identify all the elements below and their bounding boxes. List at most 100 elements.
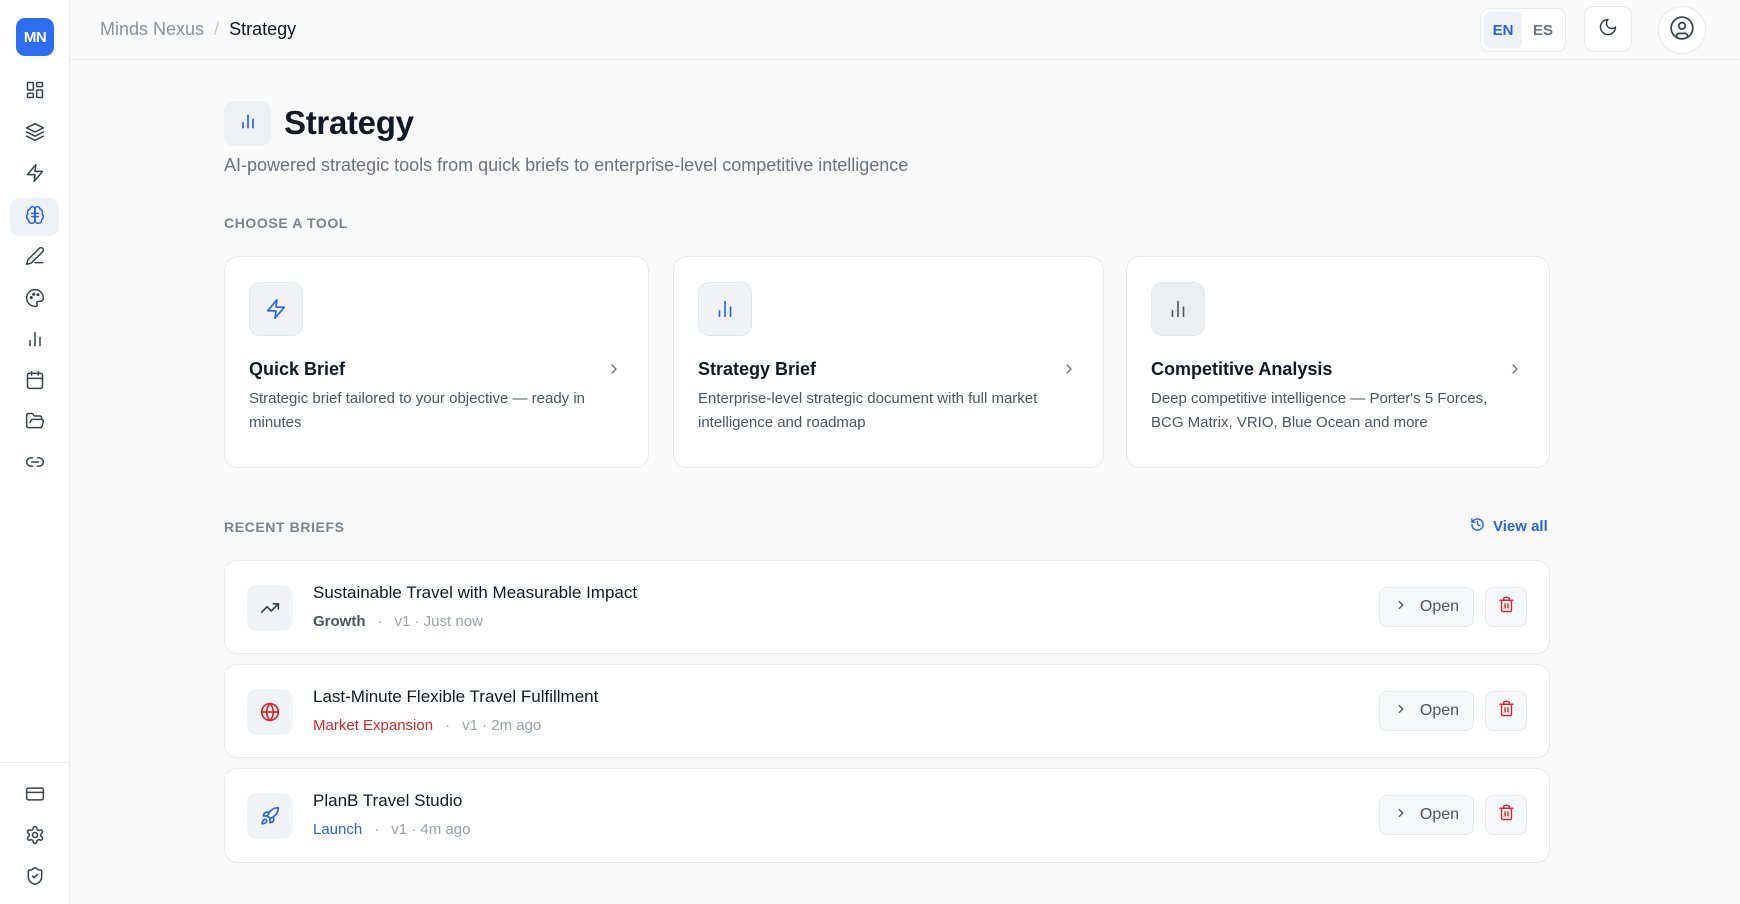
lang-en-button[interactable]: EN	[1484, 12, 1522, 48]
trending-up-icon	[247, 585, 293, 631]
brief-tag: Market Expansion	[313, 717, 434, 734]
tool-card-description: Strategic brief tailored to your objecti…	[249, 390, 585, 431]
trash-icon	[1498, 804, 1515, 826]
tool-card-strategy-brief[interactable]: Strategy Brief Enterprise-level strategi…	[673, 256, 1104, 468]
palette-icon	[25, 288, 45, 313]
brief-title: Sustainable Travel with Measurable Impac…	[313, 583, 638, 602]
meta-dot: ·	[377, 613, 383, 630]
tool-card-description: Enterprise-level strategic document with…	[698, 390, 1038, 431]
chevron-right-icon	[606, 361, 622, 382]
bar-chart-icon	[25, 329, 45, 354]
open-label: Open	[1419, 598, 1460, 615]
page-title: Strategy	[284, 104, 414, 141]
top-header: Minds Nexus / Strategy EN ES	[70, 0, 1740, 60]
breadcrumb-root[interactable]: Minds Nexus	[100, 19, 204, 40]
moon-icon	[1598, 17, 1618, 42]
chevron-right-icon	[1061, 361, 1077, 382]
open-brief-button[interactable]: Open	[1379, 691, 1474, 731]
delete-brief-button[interactable]	[1485, 587, 1527, 627]
breadcrumb: Minds Nexus / Strategy	[100, 19, 296, 40]
page-title-icon	[224, 101, 271, 146]
brief-version-time: v1 · Just now	[394, 613, 483, 630]
bar-chart-icon	[698, 282, 752, 336]
tool-card-quick-brief[interactable]: Quick Brief Strategic brief tailored to …	[224, 256, 649, 468]
sidebar-item-layers[interactable]	[10, 115, 59, 153]
brain-icon	[25, 205, 45, 230]
chevron-right-icon	[1394, 806, 1408, 825]
page-subtitle: AI-powered strategic tools from quick br…	[224, 155, 909, 175]
recent-briefs-label: RECENT BRIEFS	[224, 519, 345, 535]
gear-icon	[25, 825, 45, 850]
view-all-link[interactable]: View all	[1470, 517, 1548, 536]
trash-icon	[1498, 596, 1515, 618]
brief-row[interactable]: PlanB Travel Studio Launch · v1 · 4m ago…	[224, 768, 1550, 863]
view-all-label: View all	[1493, 518, 1548, 535]
shield-check-icon	[25, 866, 45, 891]
lightning-icon	[249, 282, 303, 336]
credit-card-icon	[25, 784, 45, 809]
bar-chart-icon	[1151, 282, 1205, 336]
brief-title: PlanB Travel Studio	[313, 791, 463, 810]
language-switcher: EN ES	[1480, 8, 1566, 52]
brief-meta: Growth · v1 · Just now	[313, 613, 483, 630]
pen-icon	[25, 246, 45, 271]
chevron-right-icon	[1394, 598, 1408, 617]
open-label: Open	[1419, 702, 1460, 719]
brief-title: Last-Minute Flexible Travel Fulfillment	[313, 687, 599, 706]
chevron-right-icon	[1507, 361, 1523, 382]
brief-version-time: v1 · 4m ago	[391, 821, 471, 838]
sidebar-item-automations[interactable]	[10, 156, 59, 194]
dashboard-icon	[25, 80, 45, 105]
breadcrumb-separator: /	[214, 19, 220, 39]
breadcrumb-current: Strategy	[229, 19, 297, 39]
tool-card-title: Competitive Analysis	[1151, 359, 1333, 379]
meta-dot: ·	[374, 821, 380, 838]
delete-brief-button[interactable]	[1485, 795, 1527, 835]
app-logo[interactable]: MN	[16, 18, 54, 56]
brief-row[interactable]: Last-Minute Flexible Travel Fulfillment …	[224, 664, 1550, 758]
brief-meta: Launch · v1 · 4m ago	[313, 821, 470, 838]
sidebar-item-settings[interactable]	[10, 818, 59, 856]
lang-es-button[interactable]: ES	[1524, 12, 1562, 48]
meta-dot: ·	[445, 717, 451, 734]
bar-chart-icon	[238, 111, 258, 136]
user-menu-button[interactable]	[1658, 6, 1706, 54]
sidebar-item-analytics[interactable]	[10, 322, 59, 360]
sidebar-item-write[interactable]	[10, 239, 59, 277]
sidebar-item-billing[interactable]	[10, 777, 59, 815]
sidebar-item-calendar[interactable]	[10, 363, 59, 401]
sidebar-item-dashboard[interactable]	[10, 73, 59, 111]
folder-icon	[25, 411, 45, 436]
tool-card-title: Quick Brief	[249, 359, 346, 379]
tool-card-competitive-analysis[interactable]: Competitive Analysis Deep competitive in…	[1126, 256, 1550, 468]
rocket-icon	[247, 793, 293, 839]
history-icon	[1470, 517, 1485, 536]
delete-brief-button[interactable]	[1485, 691, 1527, 731]
brief-meta: Market Expansion · v1 · 2m ago	[313, 717, 541, 734]
sidebar-item-files[interactable]	[10, 404, 59, 442]
tool-card-title: Strategy Brief	[698, 359, 817, 379]
link-icon	[25, 452, 45, 477]
open-brief-button[interactable]: Open	[1379, 795, 1474, 835]
layers-icon	[25, 122, 45, 147]
calendar-icon	[25, 370, 45, 395]
user-circle-icon	[1669, 15, 1695, 46]
brief-tag: Launch	[313, 821, 363, 838]
globe-icon	[247, 689, 293, 735]
sidebar-item-strategy[interactable]	[10, 198, 59, 236]
open-brief-button[interactable]: Open	[1379, 587, 1474, 627]
brief-version-time: v1 · 2m ago	[462, 717, 542, 734]
sidebar: MN	[0, 0, 70, 904]
choose-tool-label: CHOOSE A TOOL	[224, 215, 348, 231]
sidebar-item-design[interactable]	[10, 281, 59, 319]
open-label: Open	[1419, 806, 1460, 823]
sidebar-item-integrations[interactable]	[10, 445, 59, 483]
brief-tag: Growth	[313, 613, 366, 630]
trash-icon	[1498, 700, 1515, 722]
chevron-right-icon	[1394, 702, 1408, 721]
lightning-icon	[25, 163, 45, 188]
sidebar-divider	[0, 762, 70, 763]
sidebar-item-security[interactable]	[10, 859, 59, 897]
theme-toggle-button[interactable]	[1584, 6, 1632, 52]
brief-row[interactable]: Sustainable Travel with Measurable Impac…	[224, 560, 1550, 654]
